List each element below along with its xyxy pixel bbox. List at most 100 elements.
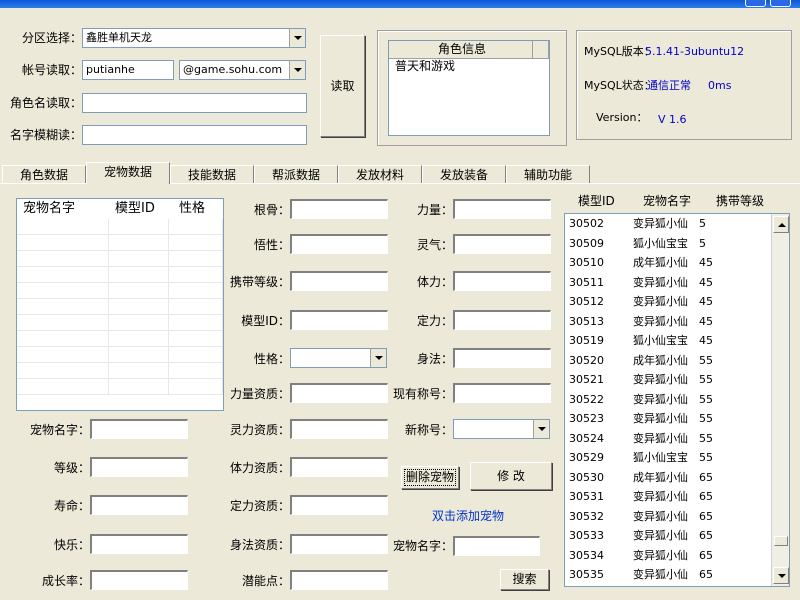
focus-aptitude-label: 定力资质： (229, 499, 290, 513)
model-id-input[interactable] (290, 310, 388, 330)
table-row[interactable] (17, 379, 223, 395)
catalog-cell-id: 30532 (569, 509, 604, 523)
tab-role-data[interactable]: 角色数据 (2, 165, 86, 184)
table-row[interactable] (17, 251, 223, 267)
wisdom-input[interactable] (290, 234, 388, 254)
root-input[interactable] (290, 199, 388, 219)
agility-input[interactable] (453, 348, 551, 368)
minimize-button[interactable] (745, 0, 766, 7)
table-cell (169, 299, 223, 314)
catalog-cell-name: 变异狐小仙 (633, 373, 688, 386)
catalog-cell-name: 变异狐小仙 (633, 314, 688, 328)
con-aptitude-input[interactable] (290, 457, 388, 477)
strength-input[interactable] (453, 199, 551, 219)
catalog-cell-id: 30534 (569, 548, 604, 562)
table-cell (17, 315, 109, 330)
constitution-input[interactable] (453, 271, 551, 291)
table-cell (109, 235, 169, 250)
role-name-input[interactable] (82, 93, 307, 113)
spirit-input[interactable] (453, 234, 551, 254)
pet-name-input[interactable] (90, 419, 188, 439)
catalog-cell-level: 65 (699, 490, 713, 503)
table-row[interactable] (17, 315, 223, 331)
domain-select[interactable]: @game.sohu.com (179, 60, 306, 80)
table-row[interactable] (17, 299, 223, 315)
nature-select[interactable] (290, 348, 387, 368)
table-row[interactable] (17, 267, 223, 283)
chevron-down-icon[interactable] (533, 420, 549, 438)
list-item[interactable]: 30532 变异狐小仙 65 (565, 507, 789, 527)
list-item[interactable]: 30535 变异狐小仙 65 (565, 565, 789, 585)
tab-issue-equipment[interactable]: 发放装备 (422, 165, 506, 184)
list-item[interactable]: 30509 狐小仙宝宝 5 (565, 234, 789, 254)
read-button[interactable]: 读取 (320, 35, 365, 137)
fuzzy-name-input[interactable] (82, 125, 307, 145)
tab-pet-data[interactable]: 宠物数据 (86, 162, 170, 184)
tab-guild-data[interactable]: 帮派数据 (254, 165, 338, 184)
spirit-aptitude-input[interactable] (290, 419, 388, 439)
life-input[interactable] (90, 495, 188, 515)
zone-label: 分区选择： (21, 31, 82, 45)
table-row[interactable] (17, 331, 223, 347)
pet-grid[interactable]: 宠物名字 模型ID 性格 (16, 198, 224, 411)
list-item[interactable]: 30511 变异狐小仙 45 (565, 273, 789, 293)
chevron-down-icon[interactable] (289, 29, 305, 47)
list-item[interactable]: 30510 成年狐小仙 45 (565, 253, 789, 273)
level-input[interactable] (90, 457, 188, 477)
account-input[interactable]: putianhe (82, 60, 174, 80)
new-title-select[interactable] (453, 419, 550, 439)
scroll-thumb[interactable] (774, 536, 788, 546)
scroll-up-button[interactable] (773, 216, 789, 233)
list-item[interactable]: 30513 变异狐小仙 45 (565, 312, 789, 332)
happy-input[interactable] (90, 534, 188, 554)
list-item[interactable]: 30520 成年狐小仙 55 (565, 351, 789, 371)
zone-select[interactable]: 鑫胜单机天龙 (82, 28, 306, 48)
list-item[interactable]: 30512 变异狐小仙 45 (565, 292, 789, 312)
table-row[interactable] (17, 283, 223, 299)
add-pet-hint: 双击添加宠物 (432, 509, 505, 523)
potential-input[interactable] (290, 570, 388, 590)
list-item[interactable]: 30521 变异狐小仙 55 (565, 370, 789, 390)
list-item[interactable]: 30533 变异狐小仙 65 (565, 526, 789, 546)
focus-aptitude-input[interactable] (290, 495, 388, 515)
list-item[interactable]: 30524 变异狐小仙 55 (565, 429, 789, 449)
list-item[interactable]: 30522 变异狐小仙 55 (565, 390, 789, 410)
delete-pet-button[interactable]: 删除宠物 (401, 466, 459, 489)
str-aptitude-input[interactable] (290, 383, 388, 403)
tab-issue-material[interactable]: 发放材料 (338, 165, 422, 184)
mysql-latency: 0ms (708, 79, 732, 92)
table-cell (17, 251, 109, 266)
list-item[interactable]: 30534 变异狐小仙 65 (565, 546, 789, 566)
table-row[interactable] (17, 363, 223, 379)
role-info-list[interactable]: 角色信息 普天和游戏 (388, 40, 550, 136)
focus-input[interactable] (453, 310, 551, 330)
close-button[interactable] (770, 0, 791, 7)
tab-skill-data[interactable]: 技能数据 (170, 165, 254, 184)
chevron-down-icon[interactable] (289, 61, 305, 79)
catalog-cell-name: 变异狐小仙 (633, 568, 688, 581)
table-row[interactable] (17, 219, 223, 235)
tab-utilities[interactable]: 辅助功能 (506, 165, 590, 184)
table-row[interactable] (17, 347, 223, 363)
list-item[interactable]: 30519 狐小仙宝宝 45 (565, 331, 789, 351)
catalog-scrollbar[interactable] (771, 214, 789, 586)
list-item[interactable]: 普天和游戏 (389, 59, 549, 73)
table-row[interactable] (17, 235, 223, 251)
carry-level-input[interactable] (290, 271, 388, 291)
modify-button[interactable]: 修 改 (470, 462, 552, 490)
list-item[interactable]: 30523 变异狐小仙 55 (565, 409, 789, 429)
current-title-input[interactable] (453, 383, 551, 403)
catalog-cell-id: 30519 (569, 334, 604, 347)
agi-aptitude-input[interactable] (290, 534, 388, 554)
scroll-down-button[interactable] (773, 567, 789, 584)
list-item[interactable]: 30530 成年狐小仙 65 (565, 468, 789, 488)
growth-input[interactable] (90, 570, 188, 590)
list-item[interactable]: 30529 狐小仙宝宝 55 (565, 448, 789, 468)
list-item[interactable]: 30502 变异狐小仙 5 (565, 214, 789, 234)
chevron-down-icon[interactable] (370, 349, 386, 367)
catalog-cell-name: 变异狐小仙 (633, 295, 688, 308)
search-pet-name-input[interactable] (453, 536, 540, 556)
list-item[interactable]: 30531 变异狐小仙 65 (565, 487, 789, 507)
search-button[interactable]: 搜索 (500, 569, 549, 590)
pet-catalog-list[interactable]: 30502 变异狐小仙 5 30509 狐小仙宝宝 5 30510 成年狐小仙 45 30511 变… (564, 213, 790, 587)
